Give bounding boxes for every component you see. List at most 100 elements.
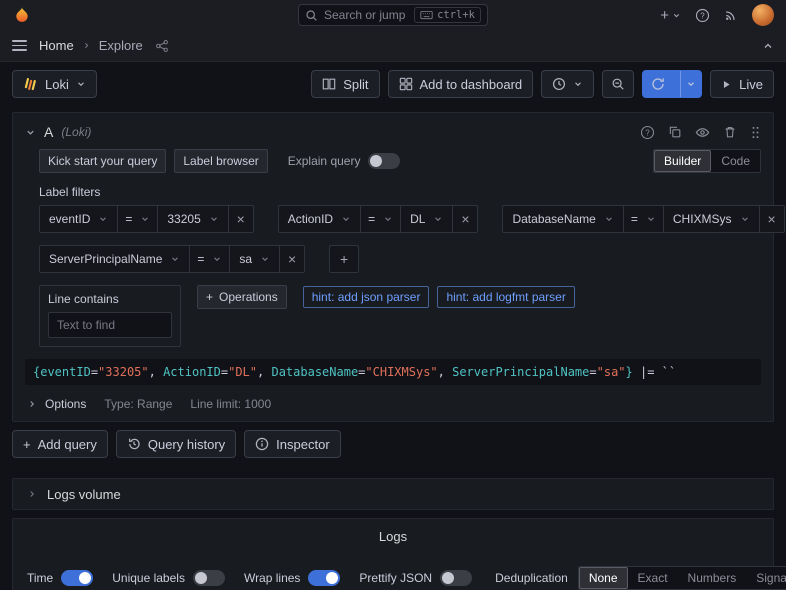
live-button[interactable]: Live	[710, 70, 774, 98]
add-to-dashboard-label: Add to dashboard	[419, 76, 523, 92]
hint-json-parser-button[interactable]: hint: add json parser	[302, 286, 430, 308]
remove-filter-button[interactable]: ×	[227, 205, 254, 233]
chevron-right-icon	[27, 489, 37, 499]
filter-label-select[interactable]: eventID	[39, 205, 119, 233]
dedup-option-exact[interactable]: Exact	[628, 567, 678, 589]
chevron-down-icon	[740, 214, 750, 224]
line-contains-input[interactable]	[57, 318, 163, 332]
mode-code-option[interactable]: Code	[711, 150, 760, 172]
breadcrumb-home[interactable]: Home	[39, 38, 74, 53]
search-minus-icon	[611, 77, 625, 91]
close-icon: ×	[767, 211, 776, 227]
filter-operator-select[interactable]: =	[622, 205, 664, 233]
play-icon	[721, 79, 732, 90]
dedup-option-signature[interactable]: Signature	[746, 567, 786, 589]
mega-menu-toggle[interactable]	[12, 40, 27, 51]
chevron-right-icon	[82, 41, 91, 50]
datasource-label: Loki	[45, 76, 69, 92]
drag-handle-icon[interactable]	[750, 125, 761, 140]
unique-labels-toggle-field: Unique labels	[112, 570, 225, 586]
chevron-down-icon	[76, 79, 86, 89]
label-filter-row: ServerPrincipalName = sa × +	[39, 245, 761, 273]
news-button[interactable]	[724, 8, 738, 22]
filter-label-select[interactable]: ActionID	[277, 205, 362, 233]
filter-operator-select[interactable]: =	[117, 205, 159, 233]
remove-filter-button[interactable]: ×	[758, 205, 785, 233]
label-browser-button[interactable]: Label browser	[174, 149, 268, 173]
delete-query-trash-icon[interactable]	[723, 125, 737, 139]
filter-label-select[interactable]: DatabaseName	[502, 205, 624, 233]
prettify-json-toggle[interactable]	[440, 570, 473, 586]
filter-operator-value: =	[125, 212, 133, 226]
new-menu-button[interactable]: +	[660, 8, 681, 23]
filter-operator-value: =	[368, 212, 376, 226]
query-help-icon[interactable]: ?	[640, 125, 655, 140]
add-label-filter-button[interactable]: +	[329, 245, 360, 273]
add-operation-button[interactable]: + Operations	[197, 285, 287, 309]
filter-value-select[interactable]: 33205	[157, 205, 229, 233]
inspector-label: Inspector	[276, 436, 330, 452]
query-tools-row: Kick start your query Label browser Expl…	[39, 149, 761, 173]
toggle-label: Wrap lines	[243, 571, 301, 585]
share-shortlink-button[interactable]	[155, 39, 169, 53]
mode-builder-option[interactable]: Builder	[653, 150, 712, 172]
chevron-down-icon	[140, 214, 150, 224]
remove-filter-button[interactable]: ×	[452, 205, 479, 233]
explain-query-toggle[interactable]	[368, 153, 401, 169]
plus-icon: +	[23, 436, 31, 452]
query-actions-row: + Add query Query history Inspector	[12, 430, 774, 458]
dedup-option-numbers[interactable]: Numbers	[678, 567, 747, 589]
logs-controls-row: Time Unique labels Wrap lines Prettify J…	[27, 566, 786, 590]
label-filter-row: eventID = 33205 × ActionID = DL × Databa…	[39, 205, 785, 233]
explore-toolbar: Loki Split Add to dashboard Live	[0, 62, 786, 104]
line-contains-input-wrap	[48, 312, 172, 338]
refresh-button[interactable]	[643, 71, 673, 97]
chevron-down-icon	[209, 214, 219, 224]
query-options-row[interactable]: Options Type: Range Line limit: 1000	[25, 397, 761, 411]
query-row-actions: ?	[640, 125, 761, 140]
filter-value-select[interactable]: sa	[229, 245, 281, 273]
remove-filter-button[interactable]: ×	[279, 245, 306, 273]
plus-icon: +	[339, 251, 349, 267]
filter-label-select[interactable]: ServerPrincipalName	[39, 245, 191, 273]
search-input[interactable]	[324, 8, 409, 22]
chevron-down-icon	[170, 254, 180, 264]
zoom-out-button[interactable]	[602, 70, 635, 98]
logs-volume-panel[interactable]: Logs volume	[12, 478, 774, 510]
line-contains-operation: Line contains	[39, 285, 181, 347]
info-circle-icon	[255, 437, 269, 451]
filter-value-select[interactable]: CHIXMSys	[662, 205, 760, 233]
split-button[interactable]: Split	[311, 70, 380, 98]
query-datasource-hint: (Loki)	[61, 125, 92, 139]
datasource-picker[interactable]: Loki	[12, 70, 97, 98]
unique-labels-toggle[interactable]	[192, 570, 225, 586]
live-label: Live	[739, 76, 763, 92]
help-button[interactable]: ?	[695, 8, 710, 23]
editor-mode-group: Builder Code	[652, 149, 761, 173]
collapse-query-chevron-icon[interactable]	[25, 127, 36, 138]
query-token-value: "sa"	[596, 365, 626, 379]
time-picker-button[interactable]	[541, 70, 595, 98]
add-to-dashboard-button[interactable]: Add to dashboard	[387, 70, 534, 98]
dedup-option-none[interactable]: None	[578, 567, 628, 589]
options-type: Type: Range	[104, 397, 173, 411]
kick-start-query-button[interactable]: Kick start your query	[39, 149, 167, 173]
inspector-button[interactable]: Inspector	[244, 430, 341, 458]
filter-value-value: 33205	[167, 212, 201, 226]
global-search[interactable]: ctrl+k	[298, 4, 488, 26]
apps-icon	[399, 77, 413, 91]
filter-operator-select[interactable]: =	[360, 205, 402, 233]
filter-value-select[interactable]: DL	[400, 205, 454, 233]
add-query-button[interactable]: + Add query	[12, 430, 108, 458]
hint-logfmt-parser-button[interactable]: hint: add logfmt parser	[437, 286, 575, 308]
time-toggle[interactable]	[61, 570, 94, 586]
refresh-interval-dropdown[interactable]	[680, 71, 701, 97]
duplicate-query-icon[interactable]	[668, 125, 682, 139]
query-row-header: A (Loki) ?	[25, 117, 761, 147]
hide-query-eye-icon[interactable]	[695, 125, 710, 140]
wrap-lines-toggle[interactable]	[308, 570, 341, 586]
query-history-button[interactable]: Query history	[115, 430, 237, 458]
collapse-topbar-button[interactable]	[762, 40, 774, 52]
filter-operator-select[interactable]: =	[189, 245, 231, 273]
user-avatar[interactable]	[752, 4, 774, 26]
